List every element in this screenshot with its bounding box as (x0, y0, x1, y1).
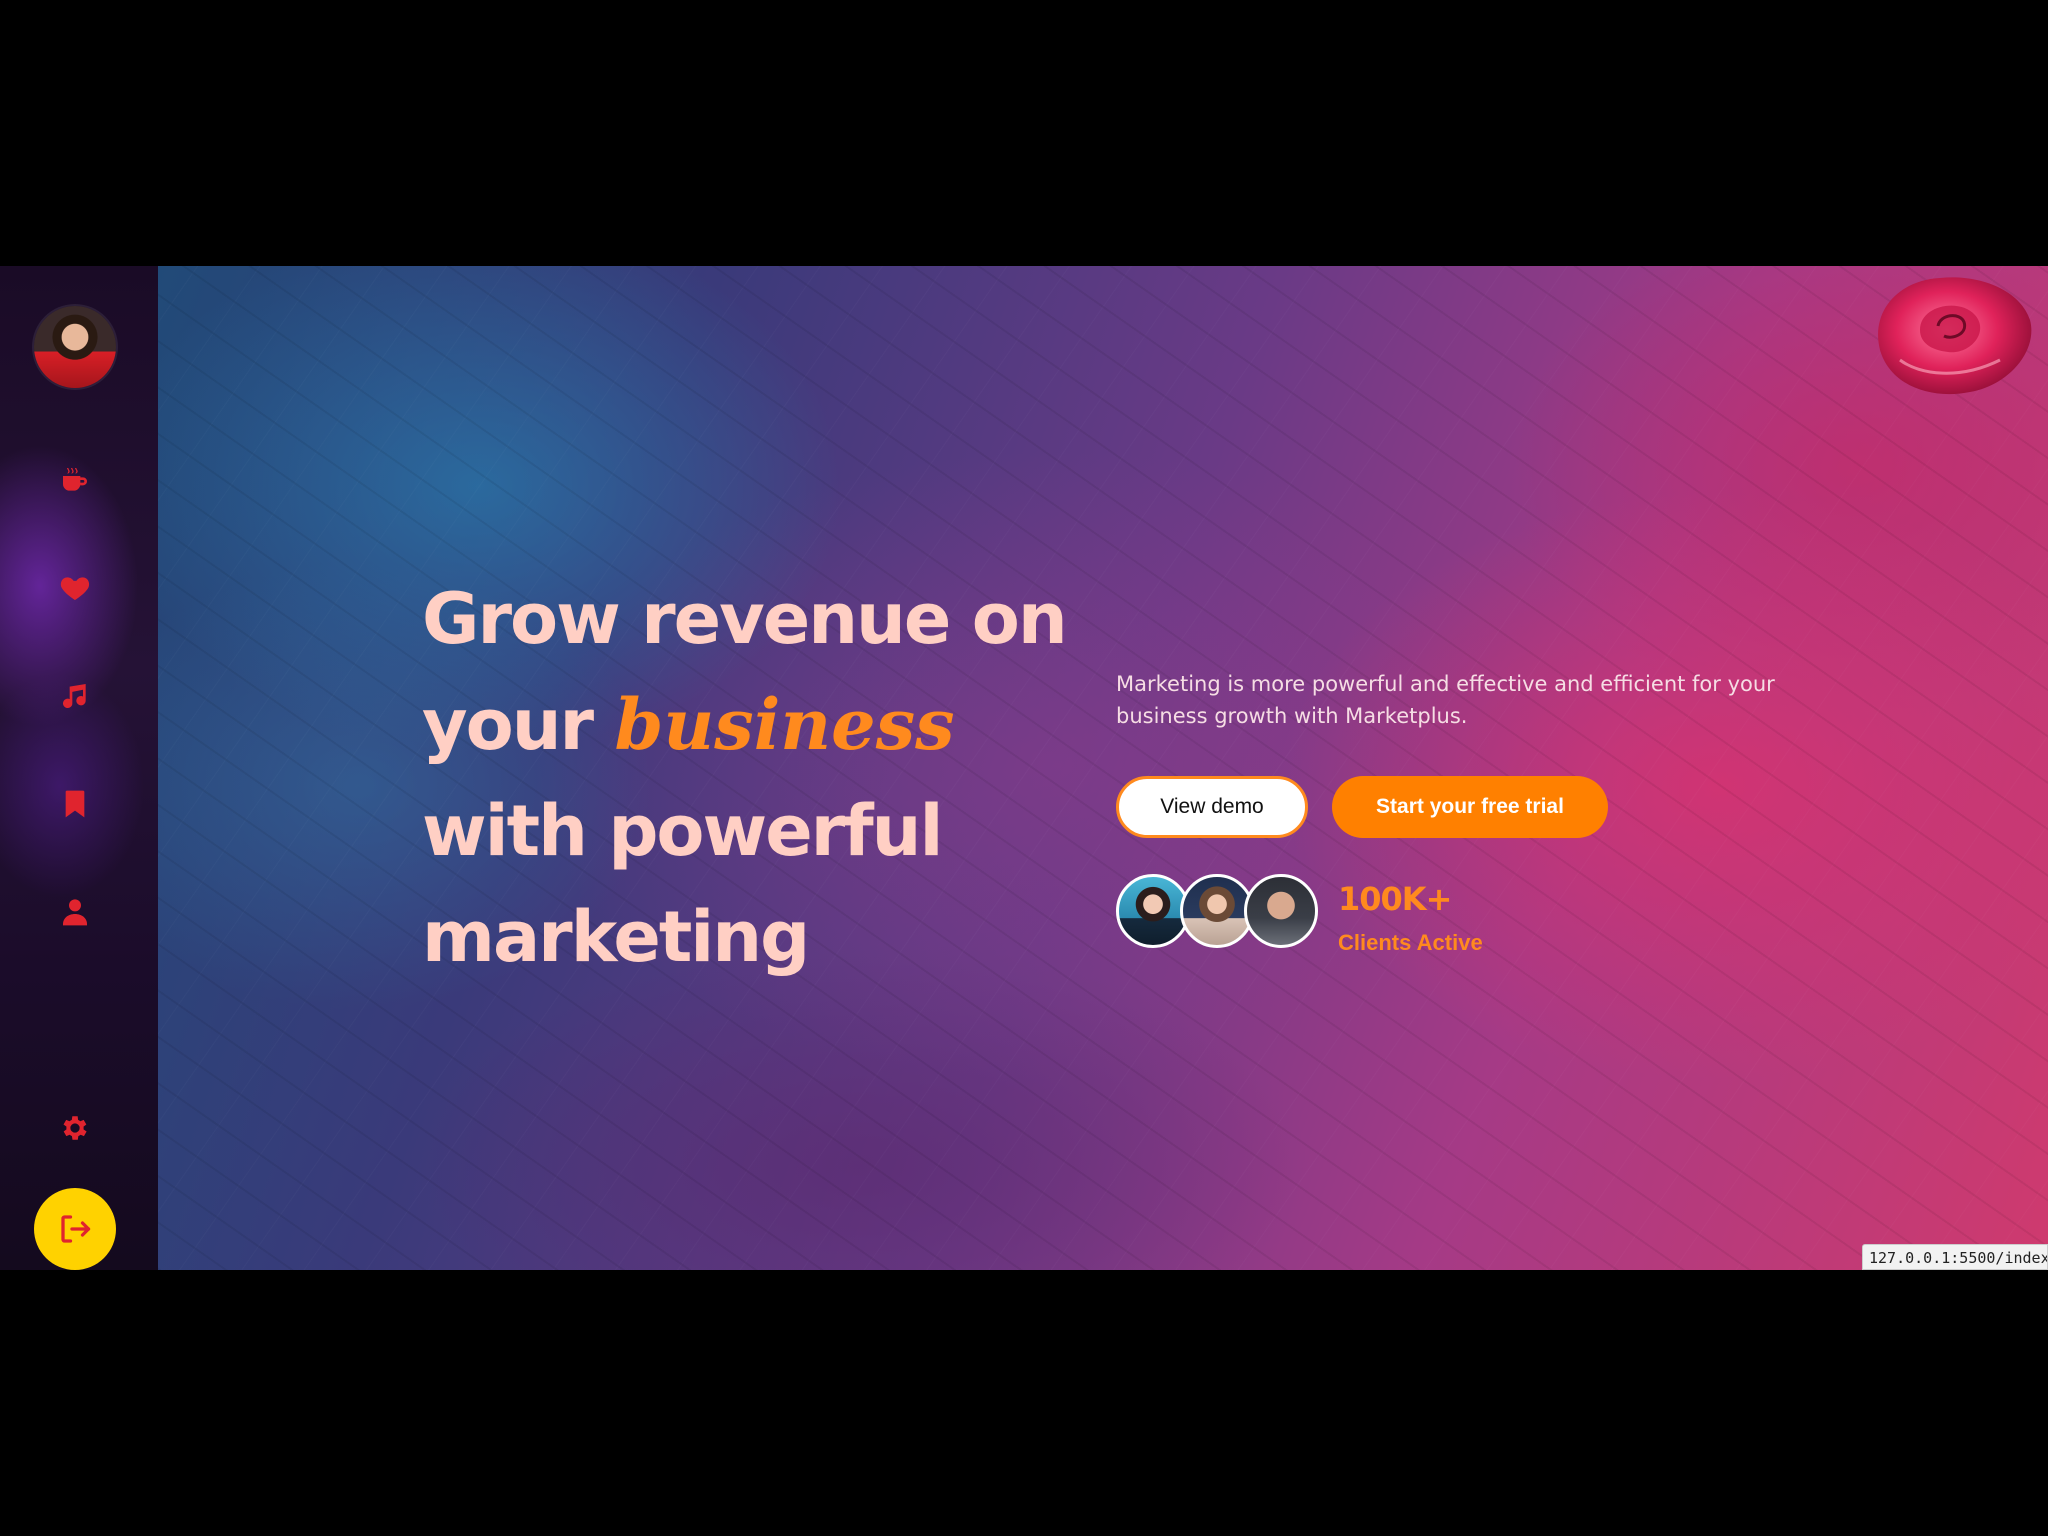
coffee-icon[interactable] (55, 460, 95, 500)
logout-button[interactable] (34, 1188, 116, 1270)
headline-part-2: with powerful marketing (422, 790, 943, 978)
user-icon[interactable] (55, 892, 95, 932)
client-avatar (1180, 874, 1254, 948)
sidebar (0, 266, 158, 1270)
rose-image (1878, 277, 2032, 395)
status-bar-url: 127.0.0.1:5500/index.html (1862, 1244, 2048, 1270)
headline-accent: business (614, 683, 955, 766)
profile-avatar[interactable] (34, 306, 116, 388)
hero-description: Marketing is more powerful and effective… (1116, 672, 1775, 728)
client-avatar (1116, 874, 1190, 948)
settings-icon[interactable] (55, 1108, 95, 1148)
hero-headline: Grow revenue on your business with power… (422, 566, 1122, 990)
free-trial-button[interactable]: Start your free trial (1332, 776, 1608, 838)
heart-icon[interactable] (55, 568, 95, 608)
view-demo-button[interactable]: View demo (1116, 776, 1308, 838)
client-avatar (1244, 874, 1318, 948)
clients-count: 100K+ (1338, 880, 1452, 918)
app-window: Grow revenue on your business with power… (0, 266, 2048, 1270)
bookmark-icon[interactable] (55, 784, 95, 824)
music-icon[interactable] (55, 676, 95, 716)
clients-label: Clients Active (1338, 930, 1483, 955)
hero-section: Grow revenue on your business with power… (158, 266, 2048, 1270)
logout-icon (61, 1215, 91, 1243)
